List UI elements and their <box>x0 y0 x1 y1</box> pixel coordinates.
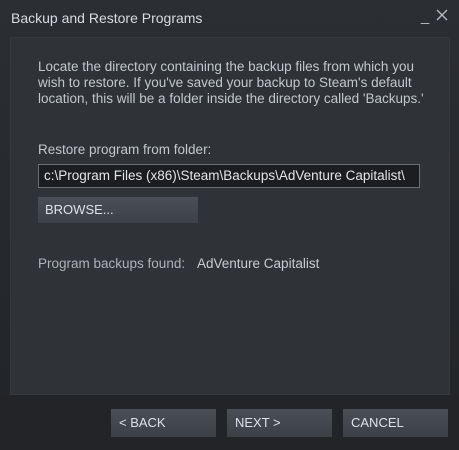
title-bar[interactable]: Backup and Restore Programs _ <box>0 0 459 36</box>
browse-button[interactable]: BROWSE... <box>38 197 198 223</box>
minimize-icon: _ <box>420 8 430 25</box>
close-button[interactable] <box>436 9 452 29</box>
next-button[interactable]: NEXT > <box>227 409 332 437</box>
window-title: Backup and Restore Programs <box>11 10 203 26</box>
restore-folder-label: Restore program from folder: <box>38 142 212 157</box>
backups-found-label: Program backups found: <box>38 256 186 271</box>
minimize-button[interactable]: _ <box>417 7 433 27</box>
backup-restore-dialog: Backup and Restore Programs _ Locate the… <box>0 0 459 450</box>
back-button[interactable]: < BACK <box>111 409 216 437</box>
restore-folder-input[interactable]: c:\Program Files (x86)\Steam\Backups\AdV… <box>38 164 420 188</box>
backups-found-value: AdVenture Capitalist <box>197 256 320 271</box>
cancel-button[interactable]: CANCEL <box>343 409 448 437</box>
instructions-text: Locate the directory containing the back… <box>38 59 424 106</box>
close-icon <box>436 9 448 21</box>
